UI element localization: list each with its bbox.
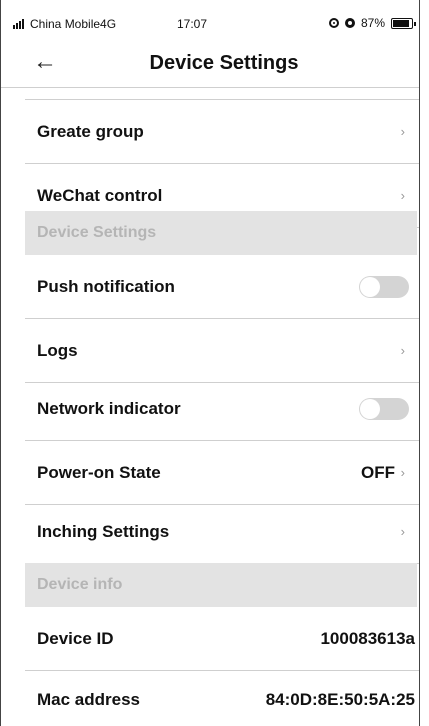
- signal-icon: [13, 19, 24, 29]
- section-header-device-settings: Device Settings: [25, 211, 417, 255]
- chevron-right-icon: ›: [400, 124, 405, 139]
- page-title: Device Settings: [149, 52, 299, 74]
- navigation-header: ← Device Settings: [1, 40, 419, 88]
- chevron-right-icon: ›: [400, 188, 405, 203]
- battery-percent: 87%: [360, 16, 385, 30]
- location-icon: [328, 18, 339, 28]
- device-id-row: Device ID 100083613a: [25, 607, 419, 671]
- section-header-device-info: Device info: [25, 563, 417, 607]
- section-label: Device info: [37, 576, 123, 593]
- status-icons: 87%: [328, 16, 416, 30]
- status-bar: China Mobile4G 17:07 87%: [1, 0, 419, 40]
- wechat-control-label: WeChat control: [37, 186, 163, 205]
- power-on-state-label: Power-on State: [37, 463, 161, 482]
- inching-settings-row[interactable]: Inching Settings ›: [25, 500, 419, 564]
- device-id-value: 100083613a: [320, 629, 415, 648]
- carrier-name: China Mobile4G: [30, 17, 117, 31]
- device-id-label: Device ID: [37, 629, 114, 648]
- network-indicator-label: Network indicator: [37, 399, 181, 418]
- push-notification-toggle[interactable]: [359, 276, 409, 298]
- mac-address-label: Mac address: [37, 690, 140, 709]
- chevron-right-icon: ›: [400, 465, 405, 480]
- clock: 17:07: [177, 17, 208, 31]
- network-indicator-row: Network indicator: [25, 377, 419, 441]
- chevron-right-icon: ›: [400, 524, 405, 539]
- push-notification-row: Push notification: [25, 255, 419, 319]
- create-group-label: Greate group: [37, 122, 144, 141]
- create-group-row[interactable]: Greate group ›: [25, 100, 419, 164]
- battery-level: [393, 19, 409, 27]
- mac-address-row: Mac address 84:0D:8E:50:5A:25: [25, 668, 419, 726]
- inching-settings-label: Inching Settings: [37, 522, 170, 541]
- toggle-knob: [360, 277, 380, 297]
- toggle-knob: [360, 399, 380, 419]
- chevron-right-icon: ›: [400, 343, 405, 358]
- mac-address-value: 84:0D:8E:50:5A:25: [265, 690, 415, 709]
- section-label: Device Settings: [37, 224, 157, 241]
- logs-label: Logs: [37, 341, 78, 360]
- power-on-state-value: OFF: [361, 463, 395, 482]
- phone-screen: China Mobile4G 17:07 87% ← Device Settin…: [0, 0, 420, 726]
- power-on-state-row[interactable]: Power-on State OFF ›: [25, 441, 419, 505]
- push-notification-label: Push notification: [37, 277, 175, 296]
- logs-row[interactable]: Logs ›: [25, 319, 419, 383]
- network-indicator-toggle[interactable]: [359, 398, 409, 420]
- alarm-icon: [344, 18, 355, 28]
- battery-icon: [391, 17, 416, 29]
